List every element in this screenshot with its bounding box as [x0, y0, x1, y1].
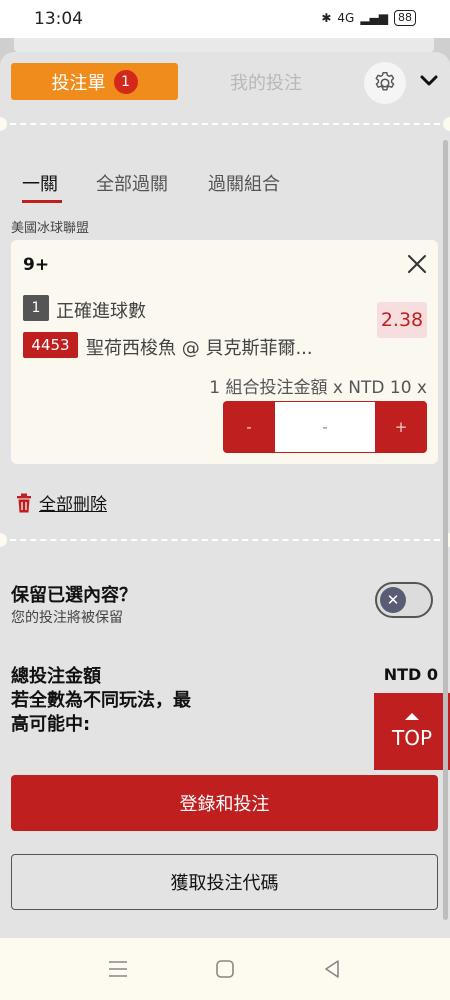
ticket-notch [443, 117, 450, 131]
scroll-top-label: TOP [391, 726, 433, 750]
status-time: 13:04 [34, 9, 83, 29]
trash-icon [17, 493, 31, 512]
leg-number: 1 [23, 295, 49, 321]
scrollbar[interactable] [443, 140, 448, 920]
close-icon [408, 255, 426, 273]
background-strip [14, 38, 434, 52]
total-label-line1: 總投注金額 [11, 666, 101, 687]
menu-nav-button[interactable] [106, 958, 130, 980]
tab-single[interactable]: 一關 [22, 170, 58, 196]
league-name: 美國冰球聯盟 [11, 221, 90, 236]
status-bar: 13:04 ✱ 4G ▂▄▆ 88 [0, 0, 450, 38]
selection-label: 9+ [23, 255, 50, 275]
divider [0, 539, 450, 541]
toggle-off-icon: ✕ [380, 587, 406, 613]
keep-selection-title: 保留已選內容？ [11, 585, 137, 606]
arrow-up-icon [405, 713, 419, 720]
bluetooth-icon: ✱ [321, 11, 332, 25]
match-name: 聖荷西梭魚 @ 貝克斯菲爾... [86, 338, 313, 359]
remove-selection-button[interactable] [405, 252, 429, 276]
combo-stake-text: 1 組合投注金額 x NTD 10 x [209, 378, 427, 398]
delete-all-label: 全部刪除 [39, 495, 107, 515]
scroll-top-button[interactable]: TOP [374, 693, 450, 770]
market-name: 正確進球數 [56, 301, 146, 322]
decrease-button[interactable]: - [223, 401, 275, 453]
divider [0, 123, 450, 125]
increase-button[interactable]: + [375, 401, 427, 453]
chevron-down-icon [420, 75, 438, 86]
stake-stepper: - - + [223, 401, 427, 453]
login-and-bet-button[interactable]: 登錄和投注 [11, 775, 438, 831]
back-nav-button[interactable] [320, 958, 344, 980]
betslip-sheet: 投注單 1 我的投注 一關 全部過關 過關組合 美國冰球聯盟 9+ 1 正確進球… [0, 52, 450, 938]
active-tab-indicator [22, 200, 62, 203]
network-label: 4G [337, 11, 355, 25]
selection-card: 9+ 1 正確進球數 2.38 4453 聖荷西梭魚 @ 貝克斯菲爾... 1 … [11, 240, 438, 464]
home-square-icon [216, 960, 234, 978]
stake-input[interactable]: - [275, 402, 375, 452]
ticket-notch [0, 533, 7, 547]
battery-indicator: 88 [394, 10, 416, 26]
tab-betslip[interactable]: 投注單 1 [11, 63, 178, 100]
signal-icon: ▂▄▆ [360, 11, 388, 25]
delete-all-link[interactable]: 全部刪除 [15, 490, 107, 515]
tab-parlay-combo[interactable]: 過關組合 [208, 170, 280, 196]
collapse-button[interactable] [414, 66, 444, 96]
home-nav-button[interactable] [213, 958, 237, 980]
get-bet-code-button[interactable]: 獲取投注代碼 [11, 854, 438, 910]
total-stake-label: 總投注金額 若全數為不同玩法，最 高可能中: [11, 665, 231, 737]
status-icons: ✱ 4G ▂▄▆ 88 [321, 10, 416, 26]
tab-my-bets[interactable]: 我的投注 [196, 63, 336, 100]
keep-selection-toggle[interactable]: ✕ [375, 582, 433, 618]
keep-selection-subtitle: 您的投注將被保留 [11, 610, 123, 626]
ticket-notch [0, 117, 7, 131]
total-label-line3: 高可能中: [11, 714, 91, 735]
gear-icon [375, 72, 395, 91]
total-label-line2: 若全數為不同玩法，最 [11, 690, 191, 711]
total-stake-value: NTD 0 [383, 665, 438, 684]
system-nav-bar [0, 938, 450, 1000]
back-triangle-icon [325, 960, 339, 978]
tab-all-parlay[interactable]: 全部過關 [96, 170, 168, 196]
event-code: 4453 [23, 332, 78, 358]
odds-value: 2.38 [377, 302, 427, 338]
menu-icon [109, 961, 127, 977]
betslip-count-badge: 1 [113, 69, 138, 94]
tab-betslip-label: 投注單 [51, 72, 106, 94]
settings-button[interactable] [364, 62, 406, 104]
